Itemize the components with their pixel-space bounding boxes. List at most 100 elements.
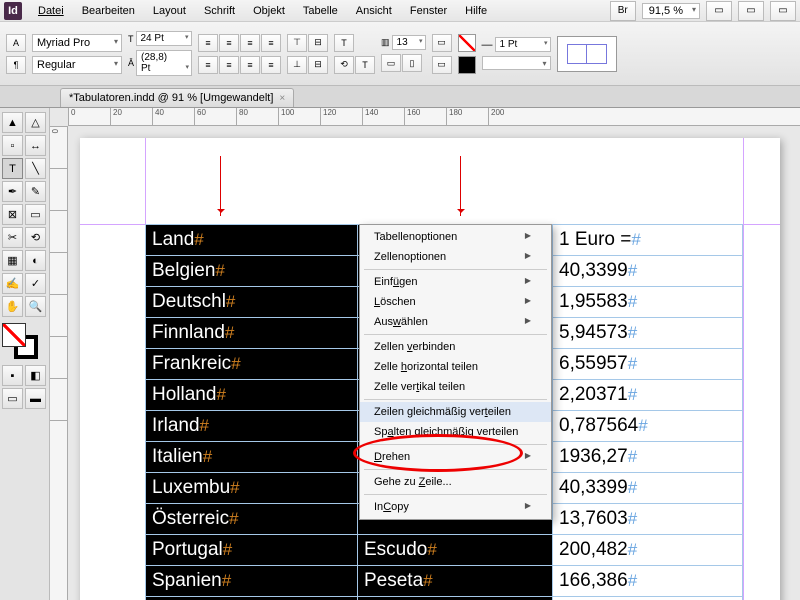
page-tool[interactable]: ▫ <box>2 135 23 156</box>
menu-item[interactable]: Zelle vertikal teilen <box>360 377 551 397</box>
direct-selection-tool[interactable]: △ <box>25 112 46 133</box>
annotation-arrow <box>460 156 461 216</box>
hand-tool[interactable]: ✋ <box>2 296 23 317</box>
menu-item[interactable]: Spalten gleichmäßig verteilen <box>360 422 551 442</box>
rotate-text-icon[interactable]: ⟲ <box>334 56 354 74</box>
annotation-arrow <box>220 156 221 216</box>
canvas[interactable]: 020406080100120140160180200 0 Land#1 Eur… <box>50 108 800 600</box>
align-justify-full-icon[interactable]: ≡ <box>261 56 281 74</box>
valign-top-icon[interactable]: ⊤ <box>287 34 307 52</box>
leading-field[interactable]: (28,8) Pt <box>136 50 192 76</box>
menu-hilfe[interactable]: Hilfe <box>457 3 495 19</box>
valign-justify-icon[interactable]: ⊟ <box>308 56 328 74</box>
align-left-icon[interactable]: ≡ <box>198 34 218 52</box>
valign-bottom-icon[interactable]: ⊥ <box>287 56 307 74</box>
menu-item[interactable]: Tabellenoptionen▶ <box>360 227 551 247</box>
menu-schrift[interactable]: Schrift <box>196 3 243 19</box>
align-center-icon[interactable]: ≡ <box>219 34 239 52</box>
text-direction-icon[interactable]: T <box>355 56 375 74</box>
font-family-dropdown[interactable]: Myriad Pro <box>32 34 122 52</box>
view-mode-button[interactable]: ▭ <box>706 1 732 21</box>
valign-middle-icon[interactable]: ⊟ <box>308 34 328 52</box>
pencil-tool[interactable]: ✎ <box>25 181 46 202</box>
merge-cells-icon[interactable]: ▭ <box>381 54 401 72</box>
menu-ansicht[interactable]: Ansicht <box>348 3 400 19</box>
control-panel: A ¶ Myriad Pro Regular T 24 Pt Ā(28,8) Pt… <box>0 22 800 86</box>
vertical-text-icon[interactable]: T <box>334 34 354 52</box>
align-justify-right-icon[interactable]: ≡ <box>240 56 260 74</box>
gap-tool[interactable]: ↔ <box>25 135 46 156</box>
menu-item[interactable]: Auswählen▶ <box>360 312 551 332</box>
zoom-tool[interactable]: 🔍 <box>25 296 46 317</box>
line-tool[interactable]: ╲ <box>25 158 46 179</box>
menu-datei[interactable]: Datei <box>30 3 72 19</box>
menu-item[interactable]: Zellen verbinden <box>360 337 551 357</box>
close-icon[interactable]: × <box>279 93 285 104</box>
align-right-icon[interactable]: ≡ <box>240 34 260 52</box>
app-logo: Id <box>4 2 22 20</box>
stroke-swatch[interactable] <box>458 56 476 74</box>
table-row[interactable] <box>146 597 743 600</box>
cell-option-2-icon[interactable]: ▭ <box>432 56 452 74</box>
menu-item[interactable]: InCopy▶ <box>360 497 551 517</box>
align-justify-center-icon[interactable]: ≡ <box>219 56 239 74</box>
rows-field[interactable]: 13 <box>392 35 426 50</box>
char-mode-icon[interactable]: A <box>6 34 26 52</box>
horizontal-ruler: 020406080100120140160180200 <box>68 108 800 126</box>
arrange-button[interactable]: ▭ <box>770 1 796 21</box>
document-tabs: *Tabulatoren.indd @ 91 % [Umgewandelt] × <box>0 86 800 108</box>
page: Land#1 Euro =#Belgien#40,3399#Deutschl#1… <box>80 138 780 600</box>
tab-title: *Tabulatoren.indd @ 91 % [Umgewandelt] <box>69 92 273 104</box>
menu-objekt[interactable]: Objekt <box>245 3 293 19</box>
menu-item[interactable]: Gehe zu Zeile... <box>360 472 551 492</box>
fill-stroke-control[interactable] <box>2 323 44 359</box>
menu-item[interactable]: Zellenoptionen▶ <box>360 247 551 267</box>
free-transform-tool[interactable]: ⟲ <box>25 227 46 248</box>
rectangle-frame-tool[interactable]: ⊠ <box>2 204 23 225</box>
gradient-feather-tool[interactable]: ◐ <box>25 250 46 271</box>
cell-option-1-icon[interactable]: ▭ <box>432 34 452 52</box>
type-tool[interactable]: T <box>2 158 23 179</box>
font-style-dropdown[interactable]: Regular <box>32 56 122 74</box>
align-justify-icon[interactable]: ≡ <box>261 34 281 52</box>
split-cells-icon[interactable]: ▯ <box>402 54 422 72</box>
view-mode-normal-icon[interactable]: ▭ <box>2 388 23 409</box>
bridge-button[interactable]: Br <box>610 1 636 21</box>
fill-swatch[interactable] <box>458 34 476 52</box>
align-justify-left-icon[interactable]: ≡ <box>198 56 218 74</box>
menu-item[interactable]: Drehen▶ <box>360 447 551 467</box>
menu-fenster[interactable]: Fenster <box>402 3 455 19</box>
menu-item[interactable]: Einfügen▶ <box>360 272 551 292</box>
menu-tabelle[interactable]: Tabelle <box>295 3 346 19</box>
leading-icon: Ā <box>128 58 134 68</box>
stroke-style-dropdown[interactable] <box>482 56 551 70</box>
view-mode-preview-icon[interactable]: ▬ <box>25 388 46 409</box>
menu-item[interactable]: Zeilen gleichmäßig verteilen <box>360 402 551 422</box>
screen-mode-button[interactable]: ▭ <box>738 1 764 21</box>
fill-box[interactable] <box>2 323 26 347</box>
zoom-dropdown[interactable]: 91,5 % <box>642 3 700 19</box>
menubar: Id Datei Bearbeiten Layout Schrift Objek… <box>0 0 800 22</box>
menu-item[interactable]: Zelle horizontal teilen <box>360 357 551 377</box>
document-tab[interactable]: *Tabulatoren.indd @ 91 % [Umgewandelt] × <box>60 88 294 107</box>
menu-item[interactable]: Löschen▶ <box>360 292 551 312</box>
eyedropper-tool[interactable]: ✓ <box>25 273 46 294</box>
pen-tool[interactable]: ✒ <box>2 181 23 202</box>
table-row[interactable]: Portugal#Escudo#200,482# <box>146 535 743 566</box>
apply-color-icon[interactable]: ▪ <box>2 365 23 386</box>
stroke-weight-field[interactable]: 1 Pt <box>495 37 551 52</box>
scissors-tool[interactable]: ✂ <box>2 227 23 248</box>
apply-gradient-icon[interactable]: ◧ <box>25 365 46 386</box>
gradient-swatch-tool[interactable]: ▦ <box>2 250 23 271</box>
cell-stroke-preview[interactable] <box>557 36 617 72</box>
para-mode-icon[interactable]: ¶ <box>6 56 26 74</box>
font-size-field[interactable]: 24 Pt <box>136 31 192 46</box>
note-tool[interactable]: ✍ <box>2 273 23 294</box>
table-row[interactable]: Spanien#Peseta#166,386# <box>146 566 743 597</box>
rectangle-tool[interactable]: ▭ <box>25 204 46 225</box>
guide <box>743 138 744 600</box>
selection-tool[interactable]: ▲ <box>2 112 23 133</box>
menu-bearbeiten[interactable]: Bearbeiten <box>74 3 143 19</box>
menu-layout[interactable]: Layout <box>145 3 194 19</box>
workspace: ▲△ ▫↔ T╲ ✒✎ ⊠▭ ✂⟲ ▦◐ ✍✓ ✋🔍 ▪◧ ▭▬ 0204060… <box>0 108 800 600</box>
